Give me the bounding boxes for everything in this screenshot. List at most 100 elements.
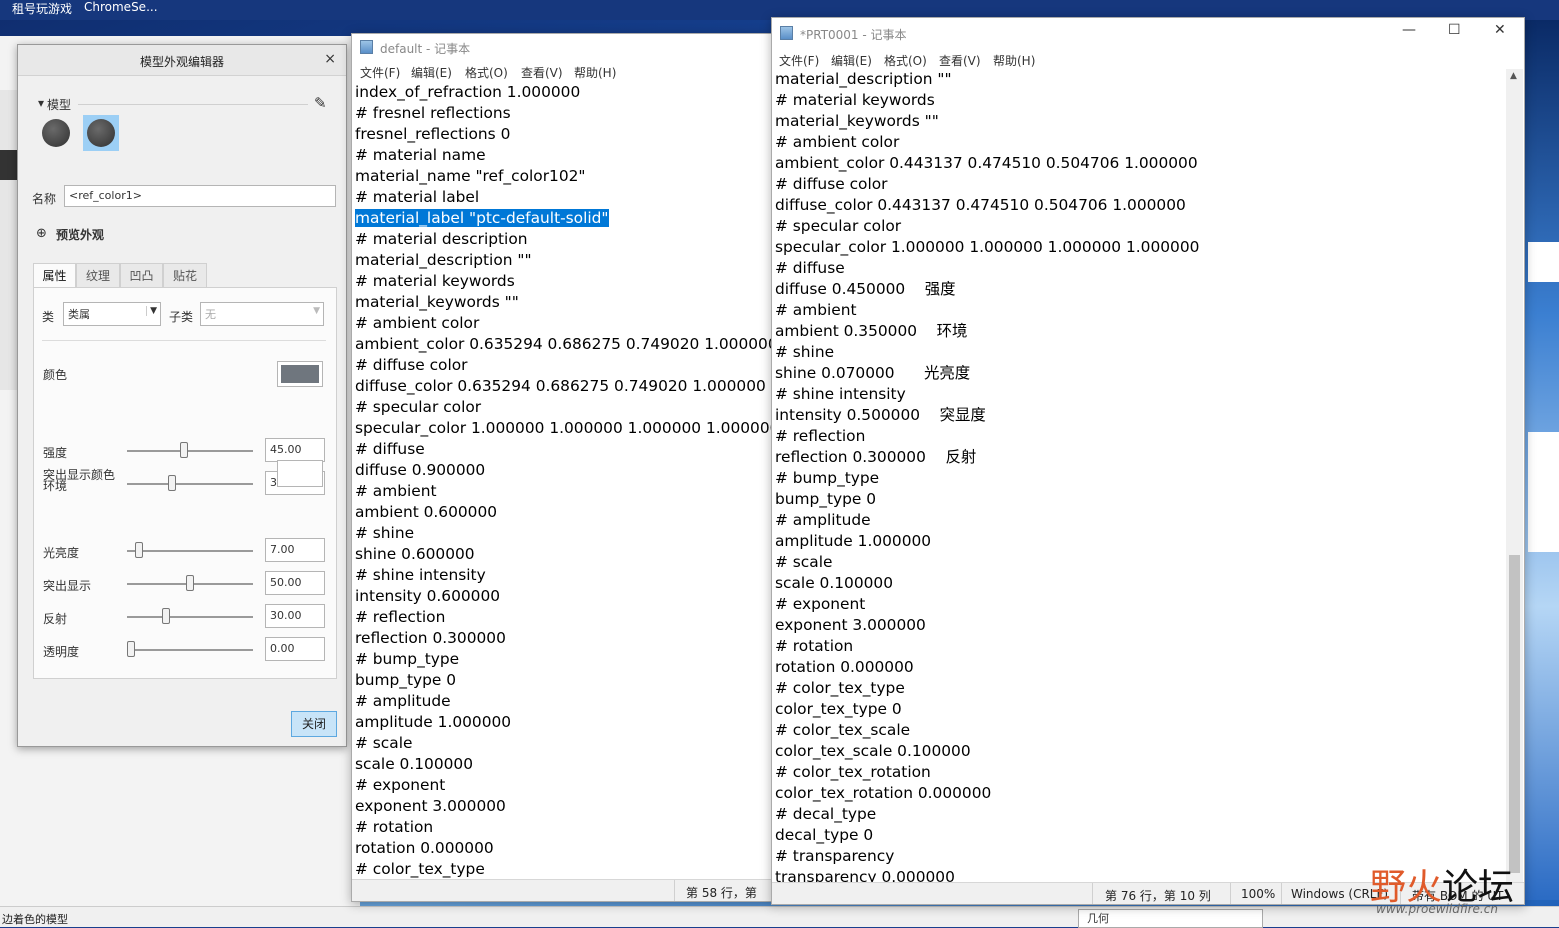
text-line-content: diffuse_color 0.443137 0.474510 0.504706… xyxy=(775,196,1186,214)
text-line: # bump_type xyxy=(775,468,1199,489)
minimize-icon[interactable]: — xyxy=(1402,22,1416,38)
dialog-titlebar[interactable]: 模型外观编辑器 × xyxy=(18,45,346,76)
text-line: # color_tex_type xyxy=(775,678,1199,699)
notepad-default-title: default - 记事本 xyxy=(380,42,471,56)
text-line-content: material_keywords "" xyxy=(775,112,939,130)
text-line: color_tex_rotation 0.000000 xyxy=(775,783,1199,804)
slider-value-input[interactable]: 30.00 xyxy=(265,604,325,628)
class-dropdown[interactable]: 类属 ▼ xyxy=(63,302,161,326)
watermark-url: www.proewildfire.cn xyxy=(1376,902,1498,916)
slider-track[interactable] xyxy=(127,550,253,552)
text-line-content: # exponent xyxy=(775,595,866,613)
highlight-color-swatch[interactable] xyxy=(277,460,323,487)
slider-track[interactable] xyxy=(127,649,253,651)
text-line-content: # diffuse color xyxy=(355,356,468,374)
menu-file[interactable]: 文件(F) xyxy=(779,52,819,69)
text-line-content: rotation 0.000000 xyxy=(775,658,914,676)
menu-help[interactable]: 帮助(H) xyxy=(993,52,1035,69)
text-line-content: # material label xyxy=(355,188,480,206)
slider-label: 强度 xyxy=(43,446,68,460)
notepad-prt0001-textarea[interactable]: material_description "" # material keywor… xyxy=(775,69,1199,888)
text-line-content: ambient_color 0.635294 0.686275 0.749020… xyxy=(355,335,773,353)
appearance-editor-dialog: 模型外观编辑器 × ▾ 模型 ✎ 名称 <ref_color1> ⊕ 预览外观 … xyxy=(17,44,347,747)
maximize-icon[interactable]: ☐ xyxy=(1448,22,1461,38)
text-line: # amplitude xyxy=(775,510,1199,531)
status-cursor-position: 第 58 行，第 35 xyxy=(686,886,757,900)
text-line: color_tex_scale 0.100000 xyxy=(775,741,1199,762)
text-line-content: # ambient color xyxy=(355,314,480,332)
menu-file[interactable]: 文件(F) xyxy=(360,64,400,81)
menu-view[interactable]: 查看(V) xyxy=(521,64,563,81)
slider-thumb[interactable] xyxy=(186,575,194,591)
menu-format[interactable]: 格式(O) xyxy=(465,64,508,81)
tab-properties[interactable]: 属性 xyxy=(33,263,76,287)
close-icon[interactable]: × xyxy=(324,51,336,67)
dropdown-arrow-icon: ▼ xyxy=(146,306,157,316)
tab-decal[interactable]: 贴花 xyxy=(163,263,207,287)
menu-edit[interactable]: 编辑(E) xyxy=(831,52,872,69)
text-line-content: bump_type 0 xyxy=(775,490,877,508)
slider-thumb[interactable] xyxy=(180,442,188,458)
menu-edit[interactable]: 编辑(E) xyxy=(411,64,452,81)
slider-value-input[interactable]: 50.00 xyxy=(265,571,325,595)
menu-view[interactable]: 查看(V) xyxy=(939,52,981,69)
text-line-content: amplitude 1.000000 xyxy=(775,532,932,550)
slider-track[interactable] xyxy=(127,450,253,452)
slider-thumb[interactable] xyxy=(162,608,170,624)
slider-thumb[interactable] xyxy=(127,641,135,657)
slider-track[interactable] xyxy=(127,616,253,618)
close-icon[interactable]: ✕ xyxy=(1494,22,1506,38)
notepad-default-textarea[interactable]: index_of_refraction 1.000000 # fresnel re… xyxy=(355,82,773,880)
appearance-swatch-2[interactable] xyxy=(87,119,115,147)
text-line-content: specular_color 1.000000 1.000000 1.00000… xyxy=(355,419,773,437)
geometry-filter-dropdown[interactable]: 几何 xyxy=(1078,909,1263,928)
slider-thumb[interactable] xyxy=(135,542,143,558)
eyedropper-icon[interactable]: ✎ xyxy=(314,94,327,112)
subclass-dropdown[interactable]: 无 ▼ xyxy=(200,302,324,326)
notepad-default-window: default - 记事本 文件(F) 编辑(E) 格式(O) 查看(V) 帮助… xyxy=(351,33,773,902)
slider-track[interactable] xyxy=(127,483,253,485)
name-input[interactable]: <ref_color1> xyxy=(64,185,336,207)
tab-texture-label: 纹理 xyxy=(85,269,110,283)
text-line: diffuse_color 0.443137 0.474510 0.504706… xyxy=(775,195,1199,216)
desktop-label-1[interactable]: 租号玩游戏 xyxy=(12,0,72,17)
text-line: # ambient color xyxy=(775,132,1199,153)
scroll-up-icon[interactable]: ▲ xyxy=(1510,71,1517,81)
property-tabs: 属性 纹理 凹凸 贴花 xyxy=(33,263,333,287)
slider-value-input[interactable]: 45.00 xyxy=(265,438,325,462)
tab-bump[interactable]: 凹凸 xyxy=(120,263,163,287)
slider-value-input[interactable]: 7.00 xyxy=(265,538,325,562)
scrollbar-thumb[interactable] xyxy=(1509,555,1520,873)
expand-plus-icon[interactable]: ⊕ xyxy=(36,226,47,241)
text-line-content: index_of_refraction 1.000000 xyxy=(355,83,581,101)
text-line: diffuse_color 0.635294 0.686275 0.749020… xyxy=(355,376,772,397)
color-swatch-button[interactable] xyxy=(277,361,323,387)
close-button[interactable]: 关闭 xyxy=(291,711,337,737)
text-line-content: material_name "ref_color102" xyxy=(355,167,586,185)
slider-value-input[interactable]: 0.00 xyxy=(265,637,325,661)
vertical-scrollbar[interactable]: ▲ xyxy=(1506,69,1523,883)
slider-label: 突出显示 xyxy=(43,579,92,593)
slider-thumb[interactable] xyxy=(168,475,176,491)
text-line-content: material_description "" xyxy=(355,251,532,269)
preview-appearance-label[interactable]: 预览外观 xyxy=(56,226,104,243)
notepad-default-titlebar[interactable]: default - 记事本 xyxy=(352,34,772,60)
desktop-label-2[interactable]: ChromeSe... xyxy=(84,0,158,14)
notepad-prt0001-titlebar[interactable]: *PRT0001 - 记事本 — ☐ ✕ xyxy=(772,18,1524,48)
status-zoom: 100% xyxy=(1241,887,1276,901)
menu-help[interactable]: 帮助(H) xyxy=(574,64,616,81)
text-line-content: # bump_type xyxy=(355,650,460,668)
text-line-content: color_tex_scale 0.100000 xyxy=(775,742,971,760)
text-line-content: color_tex_rotation 0.000000 xyxy=(775,784,992,802)
text-line: exponent 3.000000 xyxy=(355,796,772,817)
tab-texture[interactable]: 纹理 xyxy=(76,263,120,287)
menu-format[interactable]: 格式(O) xyxy=(884,52,927,69)
text-line: # color_tex_type xyxy=(355,859,772,880)
notepad-default-menubar: 文件(F) 编辑(E) 格式(O) 查看(V) 帮助(H) xyxy=(352,62,772,82)
text-line-content: reflection 0.300000 xyxy=(355,629,506,647)
text-line: scale 0.100000 xyxy=(775,573,1199,594)
appearance-swatch-1[interactable] xyxy=(42,119,70,147)
chevron-down-icon[interactable]: ▾ xyxy=(38,96,44,110)
text-line-content: # diffuse color xyxy=(775,175,888,193)
text-line: reflection 0.300000 反射 xyxy=(775,447,1199,468)
